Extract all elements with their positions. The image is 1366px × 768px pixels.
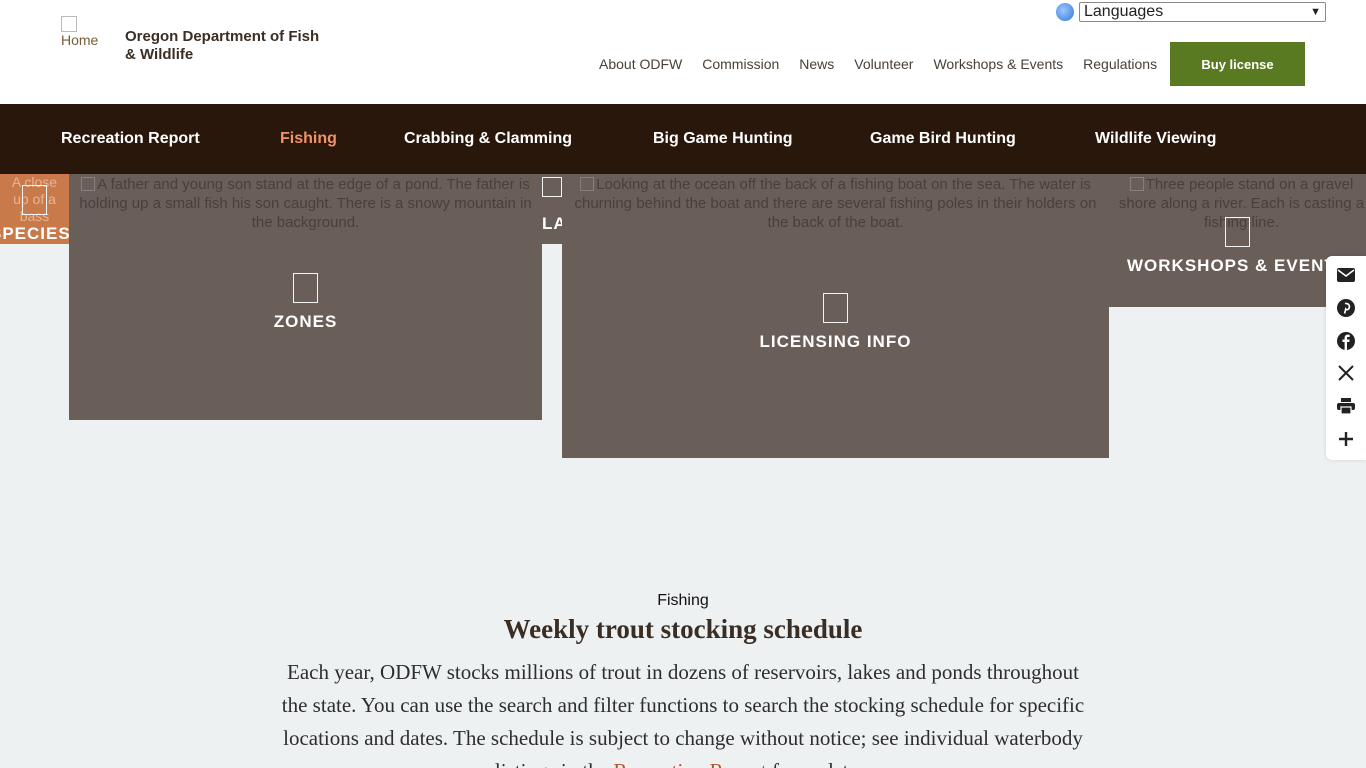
licensing-image-alt: Looking at the ocean off the back of a f… xyxy=(574,176,1097,231)
intro-end-text: for updates. xyxy=(772,759,871,768)
buy-license-button[interactable]: Buy license xyxy=(1170,42,1305,86)
broken-image-icon xyxy=(61,16,77,32)
org-name[interactable]: Oregon Department of Fish & Wildlife xyxy=(125,28,325,64)
logo-alt-text: Home xyxy=(61,32,99,48)
workshops-icon xyxy=(1225,217,1250,247)
licensing-icon xyxy=(823,293,848,323)
language-selector: Languages ▼ xyxy=(1056,2,1326,22)
page-title: Weekly trout stocking schedule xyxy=(503,614,863,644)
lakes-icon xyxy=(542,177,562,197)
nav-link-workshops[interactable]: Workshops & Events xyxy=(933,56,1063,72)
main-nav-wildlife-viewing[interactable]: Wildlife Viewing xyxy=(1095,130,1216,148)
nav-link-commission[interactable]: Commission xyxy=(702,56,779,72)
main-nav-fishing[interactable]: Fishing xyxy=(280,130,337,148)
facebook-icon[interactable] xyxy=(1337,332,1355,350)
intro-paragraph: Each year, ODFW stocks millions of trout… xyxy=(278,656,1088,768)
main-nav-crabbing[interactable]: Crabbing & Clamming xyxy=(404,130,572,148)
broken-image-icon xyxy=(81,177,96,191)
broken-image-icon xyxy=(580,177,595,191)
tile-lakes[interactable]: LAKES & DATA xyxy=(542,174,562,244)
recreation-report-link[interactable]: Recreation Report xyxy=(613,759,766,768)
nav-link-news[interactable]: News xyxy=(799,56,834,72)
zones-icon xyxy=(293,273,318,303)
x-icon[interactable] xyxy=(1337,364,1355,382)
nav-link-about[interactable]: About ODFW xyxy=(599,56,682,72)
zones-image-alt: A father and young son stand at the edge… xyxy=(79,176,532,231)
main-nav-big-game[interactable]: Big Game Hunting xyxy=(653,130,793,148)
section-label: Fishing xyxy=(657,592,709,609)
nav-link-regulations[interactable]: Regulations xyxy=(1083,56,1157,72)
broken-image-icon xyxy=(1129,177,1144,191)
email-icon[interactable] xyxy=(1337,266,1355,284)
tile-licensing-info[interactable]: Looking at the ocean off the back of a f… xyxy=(562,174,1109,458)
share-bar xyxy=(1326,256,1366,460)
main-nav-recreation-report[interactable]: Recreation Report xyxy=(61,130,200,148)
intro-text: Each year, ODFW stocks millions of trout… xyxy=(281,660,1085,768)
language-select[interactable]: Languages ▼ xyxy=(1079,2,1326,22)
zones-label: ZONES xyxy=(273,312,338,331)
licensing-label: LICENSING INFO xyxy=(759,332,912,351)
site-header: Home Oregon Department of Fish & Wildlif… xyxy=(0,0,1366,104)
chevron-down-icon: ▼ xyxy=(1310,6,1321,18)
nav-link-volunteer[interactable]: Volunteer xyxy=(854,56,913,72)
main-nav: Recreation Report Fishing Crabbing & Cla… xyxy=(0,104,1366,174)
print-icon[interactable] xyxy=(1337,397,1355,415)
main-nav-game-bird[interactable]: Game Bird Hunting xyxy=(870,130,1016,148)
tile-species[interactable]: A close up of a bass SPECIES xyxy=(0,174,69,244)
plus-icon[interactable] xyxy=(1337,430,1355,448)
lakes-label: LAKES & DATA xyxy=(542,214,562,233)
language-select-value: Languages xyxy=(1084,3,1164,20)
utility-nav: About ODFW Commission News Volunteer Wor… xyxy=(599,56,1177,72)
species-icon xyxy=(22,185,47,215)
species-label: SPECIES xyxy=(0,224,69,243)
tile-zones[interactable]: A father and young son stand at the edge… xyxy=(69,174,542,420)
home-logo[interactable]: Home xyxy=(61,16,109,52)
globe-icon xyxy=(1056,3,1074,21)
pinterest-icon[interactable] xyxy=(1337,299,1355,317)
